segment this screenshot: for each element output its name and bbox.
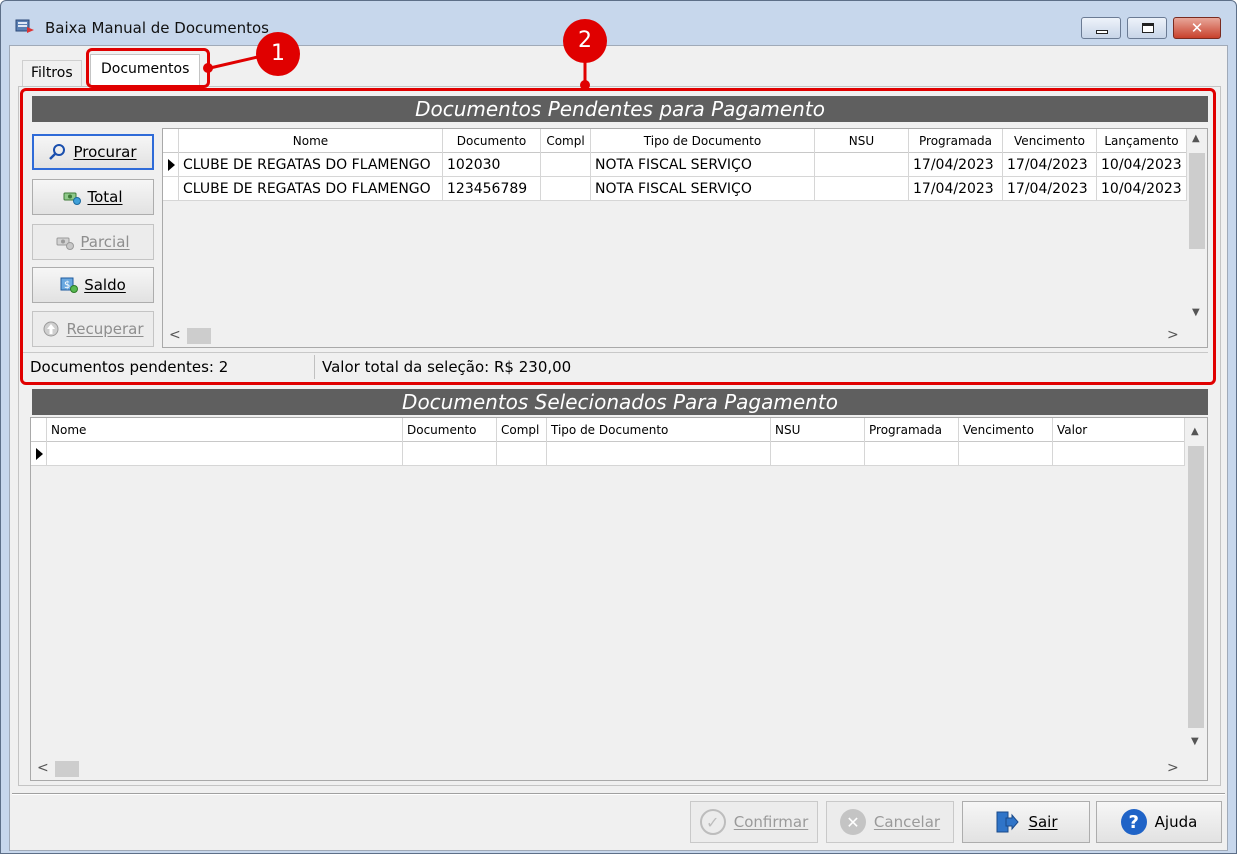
close-button[interactable]: ✕ (1173, 17, 1221, 39)
row-indicator (31, 442, 47, 466)
ajuda-label: Ajuda (1154, 813, 1198, 831)
sair-button[interactable]: Sair (962, 801, 1090, 843)
sair-label: Sair (1028, 813, 1058, 831)
annotation-badge-2: 2 (563, 19, 607, 63)
selected-grid-header: Nome Documento Compl Tipo de Documento N… (31, 418, 1185, 442)
minimize-icon (1096, 30, 1108, 34)
cell-nsu[interactable] (771, 442, 865, 466)
minimize-button[interactable] (1081, 17, 1121, 39)
column-header-valor[interactable]: Valor (1053, 418, 1185, 442)
scroll-down-icon[interactable]: ▼ (1191, 736, 1199, 747)
column-header-programada[interactable]: Programada (865, 418, 959, 442)
tab-filtros[interactable]: Filtros (22, 60, 82, 86)
cell-programada[interactable] (865, 442, 959, 466)
current-row-icon (36, 448, 43, 460)
scroll-left-icon[interactable]: < (37, 760, 49, 776)
title-bar[interactable]: Baixa Manual de Documentos ✕ (1, 1, 1236, 45)
scroll-up-icon[interactable]: ▲ (1191, 426, 1199, 437)
selected-horizontal-scrollbar[interactable]: < > (31, 758, 1207, 780)
cancelar-button[interactable]: ✕ Cancelar (826, 801, 954, 843)
checkmark-icon: ✓ (699, 809, 726, 835)
cell-valor[interactable] (1053, 442, 1185, 466)
column-header-nsu[interactable]: NSU (771, 418, 865, 442)
confirmar-button[interactable]: ✓ Confirmar (690, 801, 818, 843)
footer-divider (12, 793, 1225, 795)
vertical-scroll-thumb[interactable] (1188, 446, 1204, 728)
cancelar-label: Cancelar (873, 813, 941, 831)
column-header-vencimento[interactable]: Vencimento (959, 418, 1053, 442)
confirmar-label: Confirmar (733, 813, 809, 831)
maximize-button[interactable] (1127, 17, 1167, 39)
exit-icon (994, 809, 1020, 835)
help-icon: ? (1120, 809, 1147, 835)
annotation-box-2 (20, 88, 1216, 385)
close-icon: ✕ (1190, 20, 1204, 37)
selected-documents-grid[interactable]: Nome Documento Compl Tipo de Documento N… (30, 417, 1208, 781)
cell-compl[interactable] (497, 442, 547, 466)
window-title: Baixa Manual de Documentos (45, 19, 269, 37)
column-header-compl[interactable]: Compl (497, 418, 547, 442)
horizontal-scroll-thumb[interactable] (55, 761, 79, 777)
ajuda-button[interactable]: ? Ajuda (1096, 801, 1222, 843)
row-indicator-header (31, 418, 47, 442)
cell-tipo[interactable] (547, 442, 771, 466)
annotation-box-1 (86, 48, 210, 88)
cell-nome[interactable] (47, 442, 403, 466)
app-icon (15, 17, 35, 35)
column-header-nome[interactable]: Nome (47, 418, 403, 442)
scroll-right-icon[interactable]: > (1167, 760, 1179, 776)
cancel-icon: ✕ (839, 809, 866, 835)
cell-documento[interactable] (403, 442, 497, 466)
table-row[interactable] (31, 442, 1185, 466)
column-header-documento[interactable]: Documento (403, 418, 497, 442)
selected-section-header: Documentos Selecionados Para Pagamento (32, 389, 1208, 415)
annotation-dot-2 (580, 80, 590, 90)
selected-vertical-scrollbar[interactable]: ▲ ▼ (1185, 418, 1207, 758)
column-header-tipo[interactable]: Tipo de Documento (547, 418, 771, 442)
annotation-badge-1: 1 (256, 32, 300, 76)
annotation-dot-1 (203, 63, 213, 73)
maximize-icon (1142, 23, 1154, 33)
cell-vencimento[interactable] (959, 442, 1053, 466)
